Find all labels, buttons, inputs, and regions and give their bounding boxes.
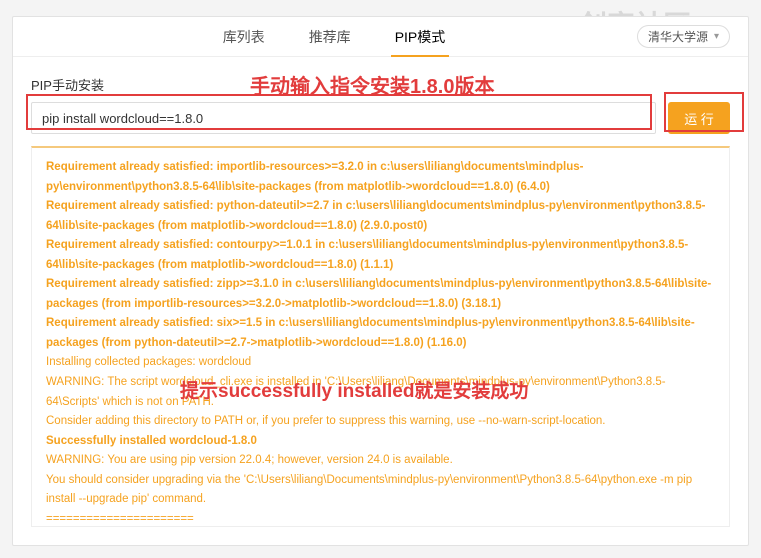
output-line: You should consider upgrading via the 'C…: [46, 471, 715, 510]
source-select[interactable]: 清华大学源 ▾: [637, 25, 730, 48]
section-label: PIP手动安装: [13, 57, 748, 102]
main-panel: 库列表 推荐库 PIP模式 清华大学源 ▾ PIP手动安装 运 行 Requir…: [12, 16, 749, 546]
source-select-label: 清华大学源: [648, 28, 708, 45]
output-line: WARNING: The script wordcloud_cli.exe is…: [46, 373, 715, 412]
run-button[interactable]: 运 行: [668, 102, 730, 134]
chevron-down-icon: ▾: [714, 31, 719, 42]
tab-recommended[interactable]: 推荐库: [287, 17, 373, 56]
output-line: Requirement already satisfied: importlib…: [46, 158, 715, 197]
tab-pip-mode[interactable]: PIP模式: [373, 17, 468, 56]
output-line: WARNING: You are using pip version 22.0.…: [46, 451, 715, 471]
input-row: 运 行: [13, 102, 748, 134]
output-line: Installing collected packages: wordcloud: [46, 353, 715, 373]
output-line: Requirement already satisfied: zipp>=3.1…: [46, 275, 715, 314]
cmd-input-wrap: [31, 102, 656, 134]
output-area[interactable]: Requirement already satisfied: importlib…: [31, 146, 730, 527]
output-line: Successfully installed wordcloud-1.8.0: [46, 432, 715, 452]
output-line: Requirement already satisfied: python-da…: [46, 197, 715, 236]
output-line: ======================: [46, 510, 715, 527]
pip-command-input[interactable]: [31, 102, 656, 134]
output-line: Consider adding this directory to PATH o…: [46, 412, 715, 432]
output-line: Requirement already satisfied: six>=1.5 …: [46, 314, 715, 353]
output-line: Requirement already satisfied: contourpy…: [46, 236, 715, 275]
tabbar: 库列表 推荐库 PIP模式 清华大学源 ▾: [13, 17, 748, 57]
tab-lib-list[interactable]: 库列表: [201, 17, 287, 56]
